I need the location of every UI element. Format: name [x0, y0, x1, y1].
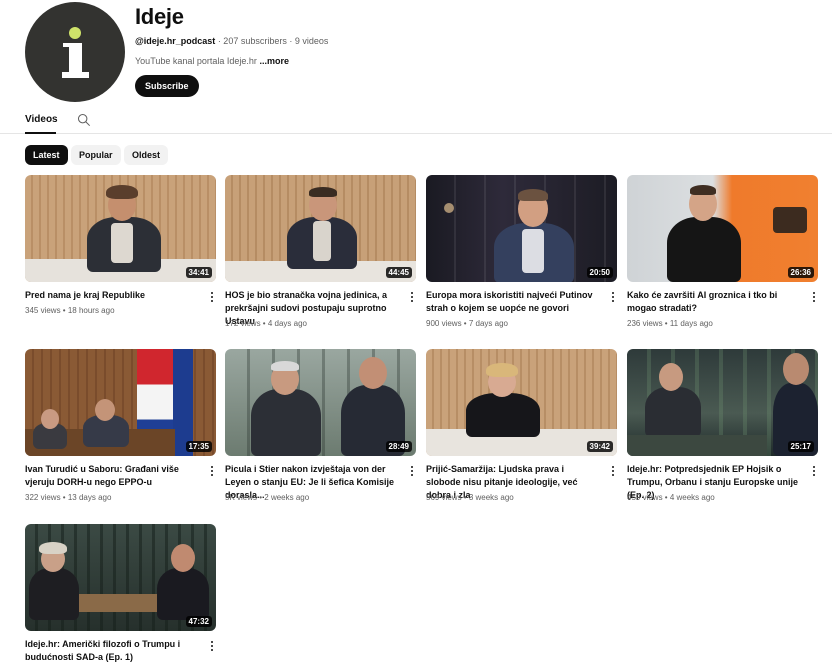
video-thumbnail[interactable]: 28:49 — [225, 349, 416, 456]
video-title[interactable]: Kako će završiti AI groznica i tko bi mo… — [627, 289, 802, 315]
video-duration: 20:50 — [586, 267, 613, 278]
more-link[interactable]: ...more — [259, 56, 289, 66]
video-thumbnail[interactable]: 25:17 — [627, 349, 818, 456]
channel-tabs: Videos — [0, 108, 832, 134]
channel-description[interactable]: YouTube kanal portala Ideje.hr ...more — [135, 56, 289, 66]
video-card[interactable]: 20:50 Europa mora iskoristiti najveći Pu… — [426, 175, 617, 328]
video-thumbnail[interactable]: 47:32 — [25, 524, 216, 631]
video-thumbnail[interactable]: 39:42 — [426, 349, 617, 456]
video-duration: 26:36 — [787, 267, 814, 278]
video-duration: 47:32 — [185, 616, 212, 627]
video-views: 236 views — [627, 319, 663, 328]
video-duration: 28:49 — [385, 441, 412, 452]
video-meta: 236 views • 11 days ago — [627, 319, 713, 328]
more-actions-icon[interactable] — [208, 465, 216, 477]
chip-latest[interactable]: Latest — [25, 145, 68, 165]
more-actions-icon[interactable] — [810, 465, 818, 477]
video-duration: 39:42 — [586, 441, 613, 452]
video-views: 569 views — [426, 493, 462, 502]
more-actions-icon[interactable] — [609, 291, 617, 303]
more-actions-icon[interactable] — [810, 291, 818, 303]
video-thumbnail[interactable]: 26:36 — [627, 175, 818, 282]
video-thumbnail[interactable]: 20:50 — [426, 175, 617, 282]
video-card[interactable]: 28:49 Picula i Stier nakon izvještaja vo… — [225, 349, 416, 502]
video-age: 3 weeks ago — [468, 493, 514, 502]
video-meta: 322 views • 13 days ago — [25, 493, 112, 502]
video-title[interactable]: Europa mora iskoristiti najveći Putinov … — [426, 289, 601, 315]
channel-name: Ideje — [135, 4, 184, 29]
video-views: 345 views — [25, 306, 61, 315]
video-age: 4 weeks ago — [669, 493, 715, 502]
video-views: 900 views — [426, 319, 462, 328]
channel-handle: @ideje.hr_podcast — [135, 36, 216, 46]
subscribe-button[interactable]: Subscribe — [135, 75, 199, 97]
video-card[interactable]: 25:17 Ideje.hr: Potpredsjednik EP Hojsik… — [627, 349, 818, 502]
tab-videos[interactable]: Videos — [25, 114, 58, 125]
video-thumbnail[interactable]: 34:41 — [25, 175, 216, 282]
video-card[interactable]: 39:42 Prijić-Samaržija: Ljudska prava i … — [426, 349, 617, 502]
video-card[interactable]: 26:36 Kako će završiti AI groznica i tko… — [627, 175, 818, 328]
video-duration: 17:35 — [185, 441, 212, 452]
more-actions-icon[interactable] — [208, 291, 216, 303]
video-meta: 345 views • 18 hours ago — [25, 306, 115, 315]
tab-videos-underline — [25, 132, 56, 134]
channel-description-text: YouTube kanal portala Ideje.hr — [135, 56, 257, 66]
more-actions-icon[interactable] — [408, 465, 416, 477]
video-meta: 900 views • 7 days ago — [426, 319, 508, 328]
chip-oldest[interactable]: Oldest — [124, 145, 169, 165]
video-meta: 569 views • 3 weeks ago — [426, 493, 514, 502]
video-card[interactable]: 47:32 Ideje.hr: Američki filozofi o Trum… — [25, 524, 216, 662]
video-age: 2 weeks ago — [264, 493, 310, 502]
more-actions-icon[interactable] — [208, 640, 216, 652]
video-card[interactable]: 44:45 HOS je bio stranačka vojna jedinic… — [225, 175, 416, 328]
video-age: 18 hours ago — [67, 306, 115, 315]
search-icon[interactable] — [77, 113, 91, 127]
video-views: 322 views — [25, 493, 61, 502]
video-views: 5K views — [225, 493, 258, 502]
video-age: 13 days ago — [67, 493, 112, 502]
video-views: 459 views — [627, 493, 663, 502]
video-age: 11 days ago — [669, 319, 713, 328]
video-duration: 44:45 — [385, 267, 412, 278]
video-age: 7 days ago — [468, 319, 508, 328]
video-duration: 25:17 — [787, 441, 814, 452]
video-meta: 459 views • 4 weeks ago — [627, 493, 715, 502]
video-meta: 5K views • 2 weeks ago — [225, 493, 310, 502]
channel-stats: · 207 subscribers · 9 videos — [217, 36, 329, 46]
video-thumbnail[interactable]: 44:45 — [225, 175, 416, 282]
channel-avatar[interactable] — [25, 2, 125, 102]
video-duration: 34:41 — [185, 267, 212, 278]
video-views: 172 views — [225, 319, 261, 328]
channel-meta: @ideje.hr_podcast · 207 subscribers · 9 … — [135, 36, 328, 46]
video-title[interactable]: Ideje.hr: Američki filozofi o Trumpu i b… — [25, 638, 200, 664]
video-meta: 172 views • 4 days ago — [225, 319, 307, 328]
video-title[interactable]: Pred nama je kraj Republike — [25, 289, 200, 302]
chip-popular[interactable]: Popular — [71, 145, 121, 165]
video-card[interactable]: 34:41 Pred nama je kraj Republike 345 vi… — [25, 175, 216, 315]
video-title[interactable]: Ivan Turudić u Saboru: Građani više vjer… — [25, 463, 200, 489]
more-actions-icon[interactable] — [609, 465, 617, 477]
more-actions-icon[interactable] — [408, 291, 416, 303]
video-card[interactable]: 17:35 Ivan Turudić u Saboru: Građani viš… — [25, 349, 216, 502]
video-thumbnail[interactable]: 17:35 — [25, 349, 216, 456]
video-age: 4 days ago — [267, 319, 307, 328]
